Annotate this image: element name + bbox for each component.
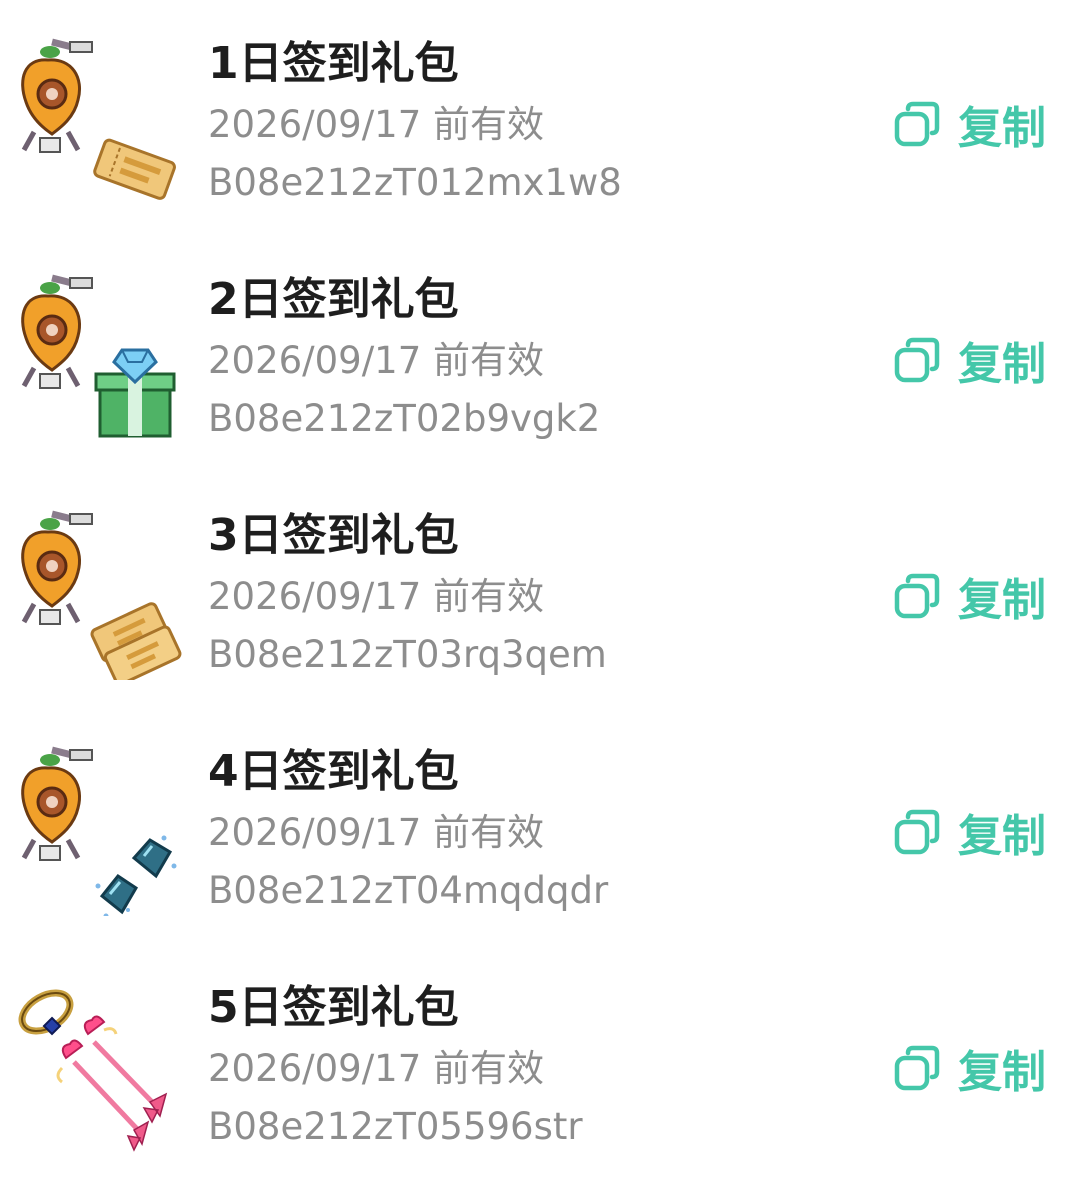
list-item: 2日签到礼包 2026/09/17 前有效 B08e212zT02b9vgk2 … <box>0 236 1080 472</box>
copy-label: 复制 <box>958 103 1046 154</box>
copy-label: 复制 <box>958 575 1046 626</box>
double-ticket-icon <box>90 602 182 680</box>
copy-button[interactable]: 复制 <box>894 330 1046 390</box>
diamond-giftbox-icon <box>94 348 176 438</box>
gift-title: 3日签到礼包 <box>208 510 459 561</box>
list-item: 5日签到礼包 2026/09/17 前有效 B08e212zT05596str … <box>0 944 1080 1180</box>
gift-thumbnail <box>14 274 184 444</box>
gift-thumbnail <box>14 38 184 208</box>
apple-robot-icon <box>21 38 93 153</box>
heart-arrows-icon <box>56 1015 168 1152</box>
copy-button[interactable]: 复制 <box>894 566 1046 626</box>
list-item: 4日签到礼包 2026/09/17 前有效 B08e212zT04mqdqdr … <box>0 708 1080 944</box>
gift-code: B08e212zT012mx1w8 <box>208 161 622 204</box>
copy-icon <box>894 337 940 383</box>
gift-thumbnail <box>14 510 184 680</box>
gift-code: B08e212zT05596str <box>208 1105 583 1148</box>
copy-label: 复制 <box>958 339 1046 390</box>
copy-button[interactable]: 复制 <box>894 1038 1046 1098</box>
gift-expiry: 2026/09/17 前有效 <box>208 1047 545 1090</box>
list-item: 1日签到礼包 2026/09/17 前有效 B08e212zT012mx1w8 … <box>0 0 1080 236</box>
gift-expiry: 2026/09/17 前有效 <box>208 811 545 854</box>
copy-button[interactable]: 复制 <box>894 94 1046 154</box>
gift-code-list: 1日签到礼包 2026/09/17 前有效 B08e212zT012mx1w8 … <box>0 0 1080 1180</box>
copy-label: 复制 <box>958 811 1046 862</box>
gift-code: B08e212zT04mqdqdr <box>208 869 609 912</box>
apple-robot-icon <box>21 746 93 861</box>
gift-expiry: 2026/09/17 前有效 <box>208 103 545 146</box>
gift-title: 5日签到礼包 <box>208 982 459 1033</box>
copy-icon <box>894 1045 940 1091</box>
gift-expiry: 2026/09/17 前有效 <box>208 339 545 382</box>
apple-robot-icon <box>21 274 93 389</box>
gift-thumbnail <box>14 746 184 916</box>
crystal-gems-icon <box>95 835 177 916</box>
copy-icon <box>894 809 940 855</box>
list-item: 3日签到礼包 2026/09/17 前有效 B08e212zT03rq3qem … <box>0 472 1080 708</box>
copy-label: 复制 <box>958 1047 1046 1098</box>
copy-button[interactable]: 复制 <box>894 802 1046 862</box>
copy-icon <box>894 573 940 619</box>
gift-code: B08e212zT02b9vgk2 <box>208 397 601 440</box>
ring-icon <box>18 989 74 1036</box>
gift-thumbnail <box>14 982 184 1152</box>
gift-code: B08e212zT03rq3qem <box>208 633 607 676</box>
copy-icon <box>894 101 940 147</box>
gift-title: 1日签到礼包 <box>208 38 459 89</box>
ticket-icon <box>93 138 176 200</box>
apple-robot-icon <box>21 510 93 625</box>
gift-expiry: 2026/09/17 前有效 <box>208 575 545 618</box>
gift-title: 4日签到礼包 <box>208 746 459 797</box>
gift-title: 2日签到礼包 <box>208 274 459 325</box>
